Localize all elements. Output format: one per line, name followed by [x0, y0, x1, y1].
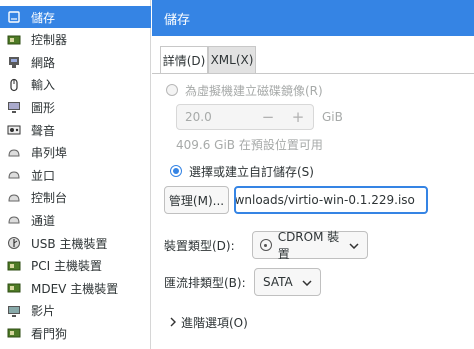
- page-title: 儲存: [164, 12, 191, 28]
- parallel-port-icon: [6, 167, 22, 183]
- console-icon: [6, 190, 22, 206]
- storage-icon: [6, 9, 22, 25]
- bus-type-field-label: 匯流排類型(B):: [164, 273, 246, 291]
- custom-storage-radio[interactable]: [170, 165, 182, 177]
- sidebar-item[interactable]: 儲存: [0, 6, 151, 28]
- pci-icon: [6, 258, 22, 274]
- sidebar-item-label: 通道: [31, 213, 56, 228]
- sidebar-item[interactable]: USB 主機裝置: [0, 232, 151, 254]
- advanced-options-expander[interactable]: 進階選項(O): [170, 313, 248, 331]
- available-space: 409.6 GiB 在預設位置可用: [176, 136, 323, 152]
- hardware-sidebar: 儲存控制器網路輸入圖形聲音串列埠並口控制台通道 USB 主機裝置 PCI 主機裝置 M…: [0, 0, 151, 349]
- storage-path-value: Downloads/virtio-win-0.1.229.iso: [234, 193, 415, 207]
- size-unit-label: GiB: [322, 110, 343, 124]
- create-disk-option[interactable]: 為虛擬機建立磁碟鏡像(R): [166, 82, 323, 98]
- sidebar-item[interactable]: 通道: [0, 209, 151, 231]
- sidebar-item-label: 聲音: [31, 123, 56, 138]
- chevron-down-icon: [349, 238, 359, 252]
- watchdog-icon: [6, 325, 22, 341]
- sidebar-item[interactable]: 看門狗: [0, 322, 151, 344]
- bus-type-value: SATA: [263, 275, 293, 289]
- serial-port-icon: [6, 145, 22, 161]
- cdrom-icon: [260, 239, 272, 251]
- chevron-right-icon: [170, 317, 176, 327]
- channel-icon: [6, 212, 22, 228]
- sidebar-item[interactable]: PCI 主機裝置: [0, 255, 151, 277]
- sidebar-item[interactable]: 聲音: [0, 119, 151, 141]
- sidebar-item[interactable]: 控制台: [0, 187, 151, 209]
- device-type-value: CDROM 裝置: [277, 230, 340, 261]
- sidebar-item-label: 控制台: [31, 191, 68, 206]
- sidebar-item-label: 儲存: [31, 10, 56, 25]
- chevron-down-icon: [302, 275, 312, 289]
- create-disk-radio[interactable]: [166, 84, 178, 96]
- tab-divider: [152, 73, 474, 74]
- sound-card-icon: [6, 122, 22, 138]
- sidebar-item-label: 影片: [31, 304, 56, 319]
- tab-xml-label: XML(X): [210, 53, 254, 67]
- sidebar-item-label: 輸入: [31, 78, 56, 93]
- advanced-options-label: 進階選項(O): [181, 315, 248, 330]
- disk-size-spinbox[interactable]: 20.0 − +: [176, 104, 314, 130]
- storage-path-input[interactable]: Downloads/virtio-win-0.1.229.iso: [234, 186, 428, 214]
- disk-size-input[interactable]: 20.0: [177, 110, 253, 124]
- minus-icon[interactable]: −: [253, 105, 283, 129]
- tab-details[interactable]: 詳情(D): [160, 46, 208, 74]
- sidebar-item-label: PCI 主機裝置: [31, 259, 102, 274]
- sidebar-item-label: 圖形: [31, 100, 56, 115]
- controller-icon: [6, 32, 22, 48]
- usb-icon: [6, 235, 22, 251]
- sidebar-item-label: 看門狗: [31, 326, 68, 341]
- device-type-select[interactable]: CDROM 裝置: [252, 230, 368, 261]
- bus-type-label: 匯流排類型(B):: [164, 275, 246, 290]
- create-disk-label: 為虛擬機建立磁碟鏡像(R): [185, 83, 323, 98]
- mdev-icon: [6, 280, 22, 296]
- available-space-label: 409.6 GiB 在預設位置可用: [176, 137, 323, 152]
- sidebar-item[interactable]: 影片: [0, 300, 151, 322]
- mouse-icon: [6, 77, 22, 93]
- device-type-label: 裝置類型(D):: [164, 238, 235, 253]
- main-panel: 儲存 詳情(D) XML(X) 為虛擬機建立磁碟鏡像(R) 20.0 − + G…: [152, 0, 474, 349]
- sidebar-item[interactable]: 網路: [0, 51, 151, 73]
- sidebar-item-label: USB 主機裝置: [31, 236, 108, 251]
- sidebar-item-label: 網路: [31, 55, 56, 70]
- sidebar-item-label: 並口: [31, 168, 56, 183]
- plus-icon[interactable]: +: [283, 105, 313, 129]
- sidebar-item[interactable]: 控制器: [0, 29, 151, 51]
- sidebar-item-label: MDEV 主機裝置: [31, 281, 119, 296]
- sidebar-item[interactable]: 圖形: [0, 96, 151, 118]
- tab-xml[interactable]: XML(X): [208, 46, 256, 74]
- manage-button[interactable]: 管理(M)...: [164, 186, 229, 214]
- sidebar-item[interactable]: 並口: [0, 164, 151, 186]
- custom-storage-label: 選擇或建立自訂儲存(S): [189, 164, 314, 179]
- video-icon: [6, 303, 22, 319]
- sidebar-item[interactable]: 串列埠: [0, 142, 151, 164]
- network-icon: [6, 54, 22, 70]
- device-type-field-label: 裝置類型(D):: [164, 236, 235, 254]
- sidebar-item[interactable]: MDEV 主機裝置: [0, 277, 151, 299]
- sidebar-item-label: 串列埠: [31, 146, 68, 161]
- sidebar-item-label: 控制器: [31, 33, 68, 48]
- display-icon: [6, 99, 22, 115]
- page-title-bar: 儲存: [152, 0, 474, 36]
- manage-button-label: 管理(M)...: [168, 193, 225, 208]
- custom-storage-option[interactable]: 選擇或建立自訂儲存(S): [170, 162, 314, 180]
- tab-details-label: 詳情(D): [162, 53, 206, 68]
- size-unit: GiB: [322, 109, 343, 125]
- bus-type-select[interactable]: SATA: [254, 268, 321, 296]
- sidebar-item[interactable]: 輸入: [0, 74, 151, 96]
